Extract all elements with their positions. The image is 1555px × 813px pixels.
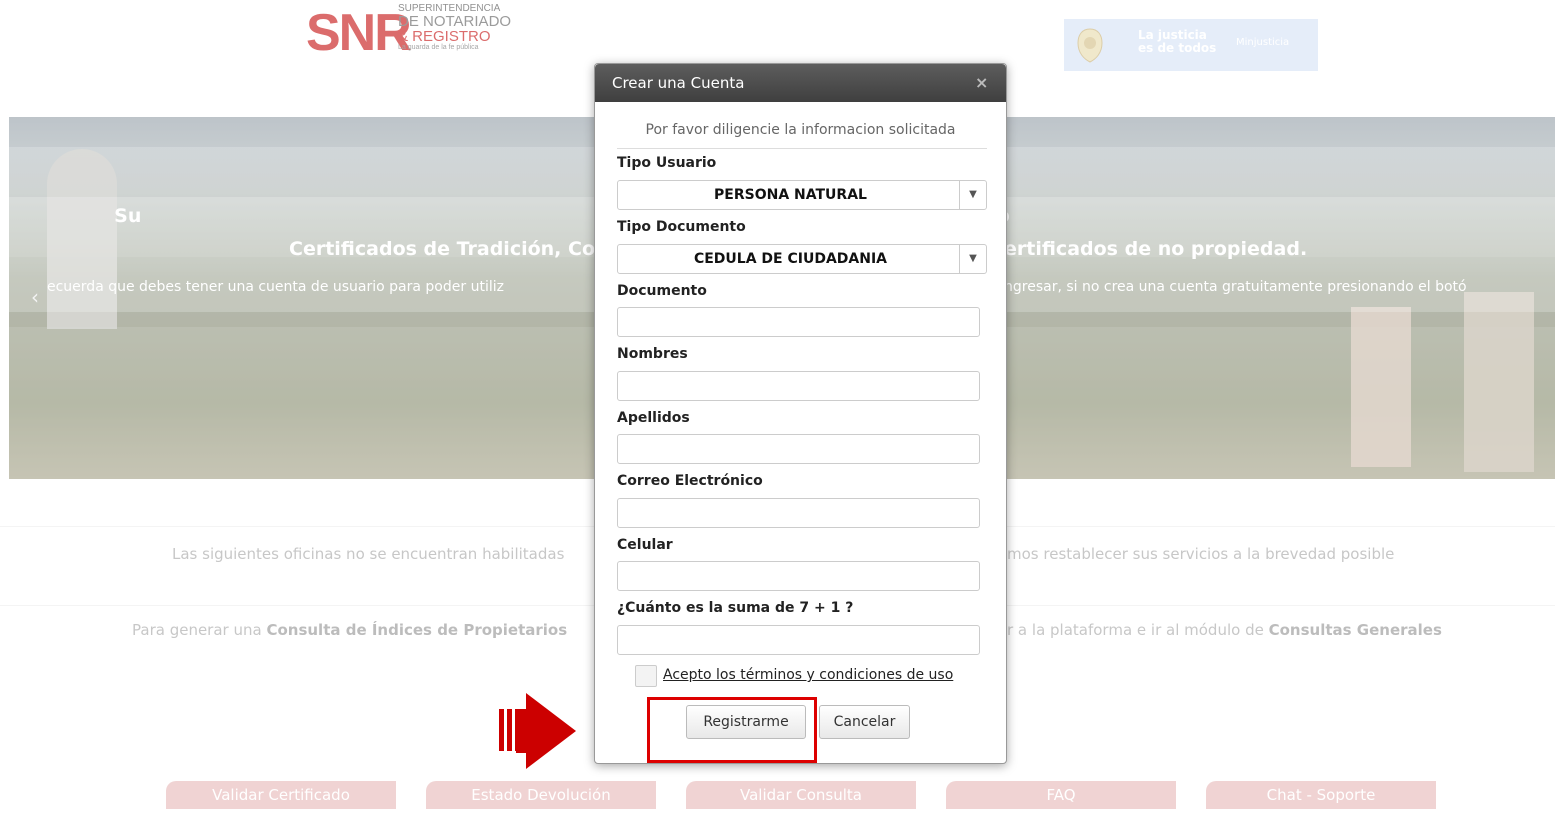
- celular-label: Celular: [617, 537, 673, 553]
- dialog-title: Crear una Cuenta: [612, 74, 745, 92]
- captcha-input[interactable]: [617, 625, 980, 655]
- apellidos-label: Apellidos: [617, 410, 690, 426]
- documento-input[interactable]: [617, 307, 980, 337]
- tipo-usuario-label: Tipo Usuario: [617, 155, 717, 171]
- celular-input[interactable]: [617, 561, 980, 591]
- correo-input[interactable]: [617, 498, 980, 528]
- tipo-usuario-value: PERSONA NATURAL: [714, 187, 867, 203]
- documento-label: Documento: [617, 283, 707, 299]
- correo-label: Correo Electrónico: [617, 473, 763, 489]
- nombres-label: Nombres: [617, 346, 688, 362]
- tipo-documento-label: Tipo Documento: [617, 219, 746, 235]
- dialog-header: Crear una Cuenta ×: [595, 64, 1006, 102]
- terms-link[interactable]: Acepto los términos y condiciones de uso: [663, 667, 953, 683]
- caret-down-icon: ▼: [959, 181, 986, 209]
- nombres-input[interactable]: [617, 371, 980, 401]
- close-icon[interactable]: ×: [969, 72, 994, 93]
- tipo-documento-select[interactable]: CEDULA DE CIUDADANIA ▼: [617, 244, 987, 274]
- create-account-dialog: Crear una Cuenta × Por favor diligencie …: [594, 63, 1007, 764]
- terms-checkbox[interactable]: [635, 665, 657, 687]
- annotation-arrow-icon: [526, 693, 576, 769]
- divider: [617, 148, 987, 149]
- register-highlight-box: [647, 697, 817, 763]
- apellidos-input[interactable]: [617, 434, 980, 464]
- dialog-subtitle: Por favor diligencie la informacion soli…: [645, 122, 956, 138]
- tipo-usuario-select[interactable]: PERSONA NATURAL ▼: [617, 180, 987, 210]
- cancel-button[interactable]: Cancelar: [819, 705, 910, 739]
- tipo-documento-value: CEDULA DE CIUDADANIA: [693, 251, 888, 267]
- caret-down-icon: ▼: [959, 245, 986, 273]
- captcha-label: ¿Cuánto es la suma de 7 + 1 ?: [617, 600, 854, 616]
